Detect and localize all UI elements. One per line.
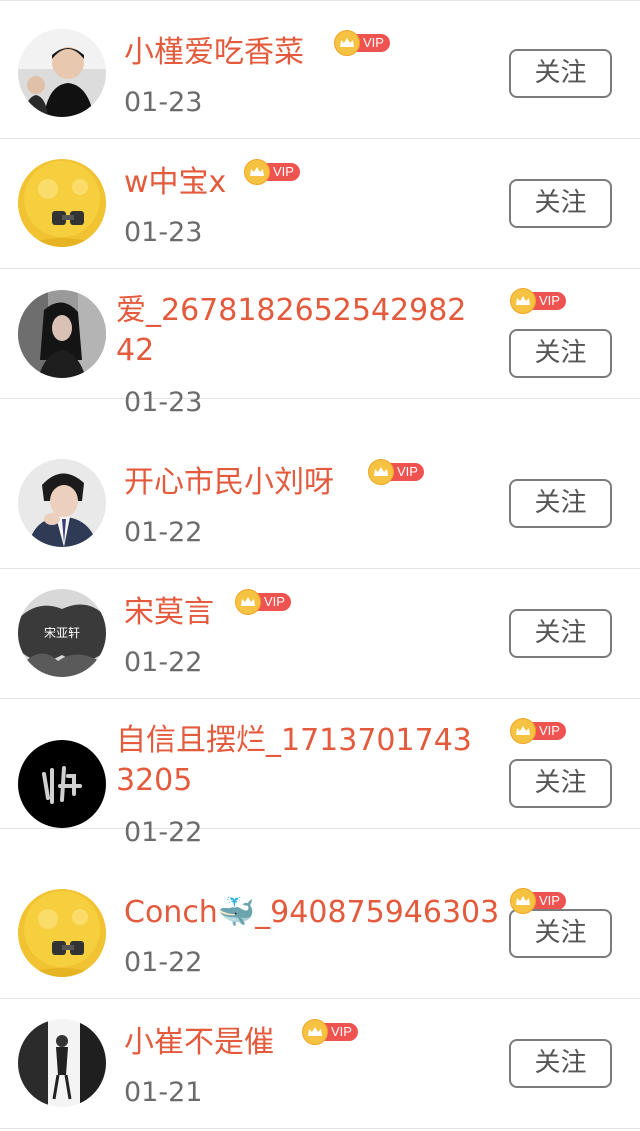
list-item[interactable]: w中宝x VIP 01-23 关注 [0, 139, 640, 269]
follow-button[interactable]: 关注 [509, 329, 612, 378]
avatar[interactable] [18, 159, 106, 247]
avatar[interactable] [18, 1019, 106, 1107]
avatar[interactable] [18, 290, 106, 378]
vip-badge: VIP [510, 888, 566, 914]
follow-date: 01-22 [124, 947, 203, 978]
avatar[interactable] [18, 889, 106, 977]
username[interactable]: 小槿爱吃香菜 [124, 33, 304, 73]
vip-badge: VIP [510, 288, 566, 314]
vip-badge: VIP [334, 30, 390, 56]
username[interactable]: 小崔不是催 [124, 1023, 274, 1063]
username[interactable]: w中宝x [124, 163, 226, 203]
follow-button[interactable]: 关注 [509, 909, 612, 958]
vip-badge: VIP [235, 589, 291, 615]
list-item[interactable]: 开心市民小刘呀 VIP 01-22 关注 [0, 439, 640, 569]
follow-date: 01-23 [124, 87, 203, 118]
list-item[interactable]: Conch🐳_940875946303 VIP 01-22 关注 [0, 869, 640, 999]
avatar[interactable] [18, 740, 106, 828]
crown-icon [368, 459, 394, 485]
svg-text:宋亚轩: 宋亚轩 [44, 625, 80, 640]
list-item[interactable]: 爱_2678182652542982​42 VIP 01-23 关注 [0, 269, 640, 418]
avatar[interactable] [18, 29, 106, 117]
follow-date: 01-22 [124, 647, 203, 678]
follow-date: 01-21 [124, 1077, 203, 1108]
follow-date: 01-23 [124, 387, 203, 418]
username[interactable]: 开心市民小刘呀 [124, 463, 334, 503]
follow-button[interactable]: 关注 [509, 759, 612, 808]
follow-button[interactable]: 关注 [509, 609, 612, 658]
follower-list: 小槿爱吃香菜 VIP 01-23 关注 w中宝x VIP 01-23 关注 爱_… [0, 0, 640, 1131]
follow-date: 01-22 [124, 517, 203, 548]
follow-button[interactable]: 关注 [509, 179, 612, 228]
follow-button[interactable]: 关注 [509, 1039, 612, 1088]
vip-badge: VIP [510, 718, 566, 744]
crown-icon [334, 30, 360, 56]
vip-badge: VIP [302, 1019, 358, 1045]
username[interactable]: Conch🐳_940875946303 [124, 893, 499, 933]
crown-icon [510, 888, 536, 914]
avatar[interactable]: 宋亚轩 [18, 589, 106, 677]
follow-date: 01-22 [124, 817, 203, 848]
crown-icon [235, 589, 261, 615]
crown-icon [244, 159, 270, 185]
list-item[interactable]: 小崔不是催 VIP 01-21 关注 [0, 999, 640, 1129]
crown-icon [510, 288, 536, 314]
username[interactable]: 爱_2678182652542982​42 [116, 291, 476, 371]
list-item[interactable]: 自信且摆烂_17137017433205 VIP 01-22 关注 [0, 699, 640, 848]
follow-button[interactable]: 关注 [509, 479, 612, 528]
follow-date: 01-23 [124, 217, 203, 248]
follow-button[interactable]: 关注 [509, 49, 612, 98]
username[interactable]: 自信且摆烂_17137017433205 [116, 721, 476, 801]
avatar[interactable] [18, 459, 106, 547]
vip-badge: VIP [368, 459, 424, 485]
crown-icon [302, 1019, 328, 1045]
list-item[interactable]: 小槿爱吃香菜 VIP 01-23 关注 [0, 9, 640, 139]
username[interactable]: 宋莫言 [124, 593, 214, 633]
vip-badge: VIP [244, 159, 300, 185]
crown-icon [510, 718, 536, 744]
list-item[interactable]: 宋亚轩 宋莫言 VIP 01-22 关注 [0, 569, 640, 699]
